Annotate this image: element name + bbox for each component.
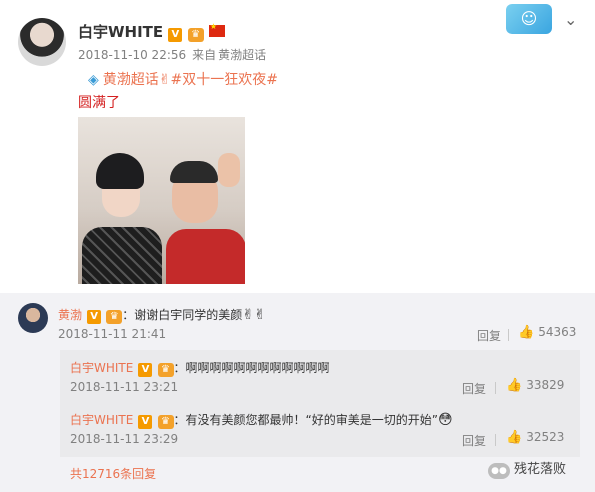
reply-timestamp: 2018-11-11 23:29	[70, 432, 179, 446]
comment-author-name[interactable]: 黄渤	[58, 308, 82, 322]
crown-badge-icon: ♛	[187, 28, 204, 42]
verified-badge-icon: V	[168, 28, 183, 42]
thumbs-up-icon: 👍	[506, 430, 523, 445]
photo-person-right-hair	[170, 161, 218, 183]
post-text: 圆满了	[78, 95, 120, 111]
thumbs-up-icon: 👍	[506, 378, 523, 393]
divider	[508, 329, 509, 341]
reply-like-count: 32523	[526, 430, 565, 444]
comment-like-count: 54363	[538, 325, 577, 339]
reply-reply-button[interactable]: 回复	[462, 380, 486, 397]
verified-badge-icon: V	[138, 363, 153, 377]
post-source[interactable]: 黄渤超话	[218, 48, 266, 62]
photo-person-right-body	[166, 229, 245, 284]
post-timestamp[interactable]: 2018-11-10 22:56	[78, 48, 186, 62]
post-meta: 2018-11-10 22:56 来自 黄渤超话	[78, 46, 272, 63]
post-author-avatar[interactable]	[18, 18, 66, 66]
china-flag-icon	[208, 22, 225, 37]
comment-author-avatar[interactable]	[18, 303, 48, 333]
photo-person-left-hair	[96, 153, 144, 189]
reply-timestamp: 2018-11-11 23:21	[70, 380, 179, 394]
reply-line-1: 白宇WHITE V ♛ ：啊啊啊啊啊啊啊啊啊啊啊啊	[70, 357, 330, 377]
divider	[495, 434, 496, 446]
sticker-icon[interactable]: ☺	[506, 4, 552, 34]
victory-hand-emoji: ✌	[158, 72, 171, 88]
hashtag-link[interactable]: #双十一狂欢夜#	[171, 72, 278, 88]
post-photo[interactable]	[78, 117, 245, 284]
comment-timestamp: 2018-11-11 21:41	[58, 327, 167, 341]
reply-like-button[interactable]: 👍 32523	[506, 430, 564, 445]
comment-like-button[interactable]: 👍 54363	[518, 325, 576, 340]
reply-like-count: 33829	[526, 378, 565, 392]
watermark: ●● 残花落败	[488, 458, 566, 479]
verified-badge-icon: V	[87, 310, 102, 324]
reply-text: ：有没有美颜您都最帅！“好的审美是一切的开始”	[173, 413, 438, 427]
comment-emoji: ✌✌	[242, 307, 266, 323]
reply-reply-button[interactable]: 回复	[462, 432, 486, 449]
verified-badge-icon: V	[138, 415, 153, 429]
crown-badge-icon: ♛	[106, 310, 123, 324]
wechat-icon: ●●	[488, 463, 510, 479]
photo-victory-hand	[218, 153, 240, 187]
divider	[495, 382, 496, 394]
crown-badge-icon: ♛	[157, 363, 174, 377]
reply-author-name[interactable]: 白宇WHITE	[70, 361, 133, 375]
topic-link[interactable]: 黄渤超话	[103, 72, 159, 88]
comment-reply-button[interactable]: 回复	[477, 327, 501, 344]
more-replies-link[interactable]: 共12716条回复	[70, 465, 156, 482]
watermark-text: 残花落败	[514, 462, 567, 477]
post-source-prefix: 来自	[192, 48, 217, 62]
reply-emoji: 😳	[437, 412, 453, 428]
thumbs-up-icon: 👍	[518, 325, 535, 340]
reply-line-2: 白宇WHITE V ♛ ：有没有美颜您都最帅！“好的审美是一切的开始”😳	[70, 409, 453, 429]
reply-author-name[interactable]: 白宇WHITE	[70, 413, 133, 427]
comment-text: ：谢谢白宇同学的美颜	[122, 308, 243, 322]
post-topic-row: ◈ 黄渤超话✌#双十一狂欢夜#	[88, 69, 278, 89]
reply-like-button[interactable]: 👍 33829	[506, 378, 564, 393]
post-author-name[interactable]: 白宇WHITE	[78, 23, 163, 41]
chevron-down-icon[interactable]: ⌄	[564, 10, 577, 29]
comment-line: 黄渤 V ♛ ：谢谢白宇同学的美颜✌✌	[58, 304, 266, 324]
post-author[interactable]: 白宇WHITE V ♛	[78, 21, 225, 42]
photo-person-left-body	[82, 227, 162, 284]
reply-text: ：啊啊啊啊啊啊啊啊啊啊啊啊	[173, 361, 330, 375]
crown-badge-icon: ♛	[157, 415, 174, 429]
eye-icon: ◈	[88, 72, 99, 88]
